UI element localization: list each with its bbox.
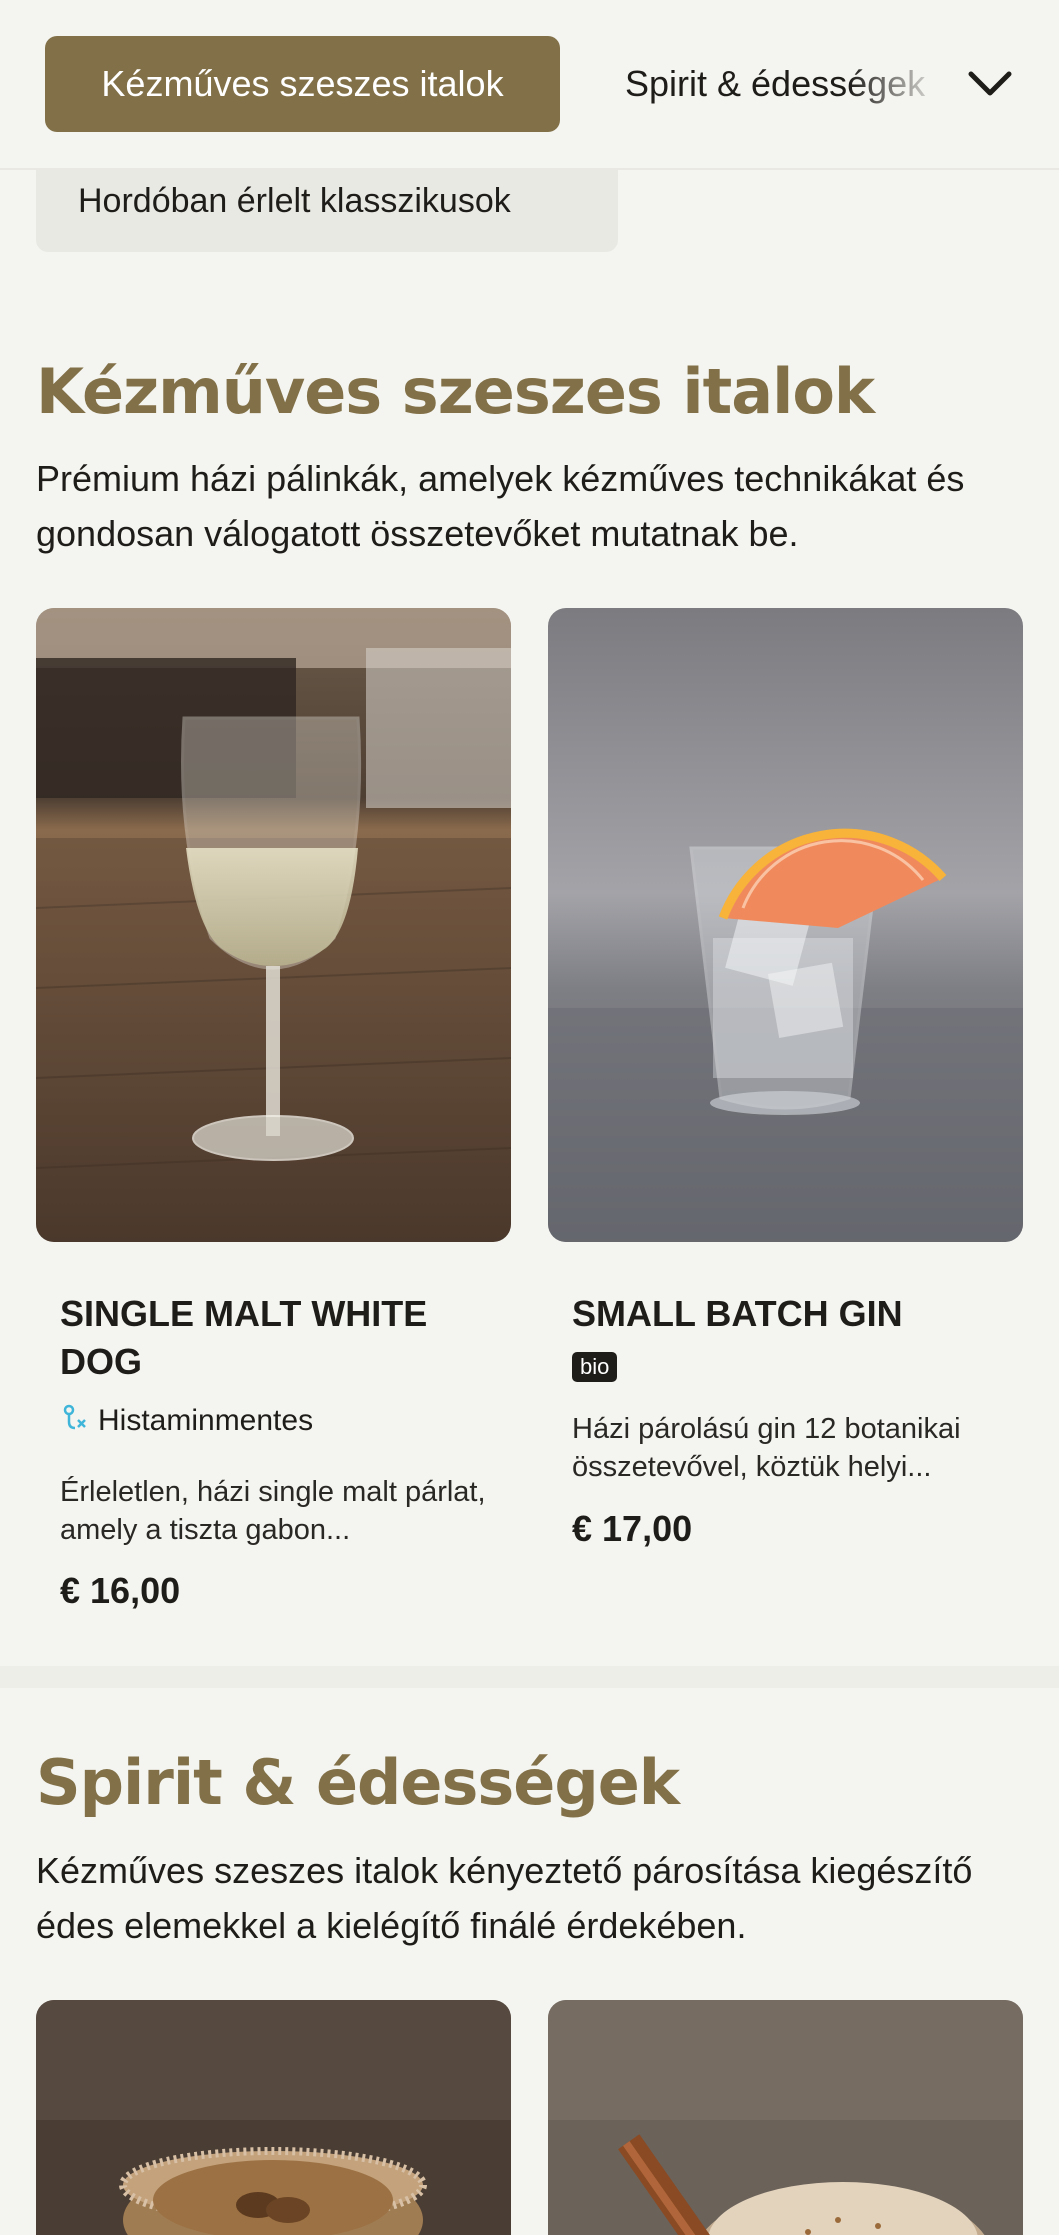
allergen-text: Histaminmentes <box>98 1404 314 1437</box>
section-description: Kézműves szeszes italok kényeztető páros… <box>36 1850 973 1946</box>
product-image-single-malt[interactable] <box>36 608 511 1242</box>
product-description: Házi párolású gin 12 botanikai összetevő… <box>572 1413 961 1483</box>
tab-kezmuves-szeszes-italok[interactable]: Kézműves szeszes italok <box>45 36 560 132</box>
histamine-free-icon <box>60 1402 88 1440</box>
allergen-label: Histaminmentes <box>60 1402 313 1440</box>
tab-spirit-edessegek[interactable]: Spirit & édességek <box>625 36 945 132</box>
section-divider <box>0 1666 1059 1688</box>
product-price: € 16,00 <box>60 1570 181 1611</box>
product-image-dessert-1[interactable] <box>36 2000 511 2235</box>
chevron-down-icon[interactable] <box>960 54 1020 114</box>
product-price: € 17,00 <box>572 1508 693 1549</box>
section-description: Prémium házi pálinkák, amelyek kézműves … <box>36 458 965 554</box>
product-name: SMALL BATCH GIN <box>572 1293 903 1334</box>
category-nav-bar: Kézműves szeszes italok Spirit & édesség… <box>0 0 1059 170</box>
product-name: SINGLE MALT WHITE DOG <box>60 1293 428 1382</box>
section-title: Kézműves szeszes italok <box>36 355 875 428</box>
section-title: Spirit & édességek <box>36 1746 680 1819</box>
product-image-gin[interactable] <box>548 608 1023 1242</box>
product-description: Érleletlen, házi single malt párlat, ame… <box>60 1476 486 1546</box>
product-image-dessert-2[interactable] <box>548 2000 1023 2235</box>
bio-badge: bio <box>572 1352 618 1382</box>
